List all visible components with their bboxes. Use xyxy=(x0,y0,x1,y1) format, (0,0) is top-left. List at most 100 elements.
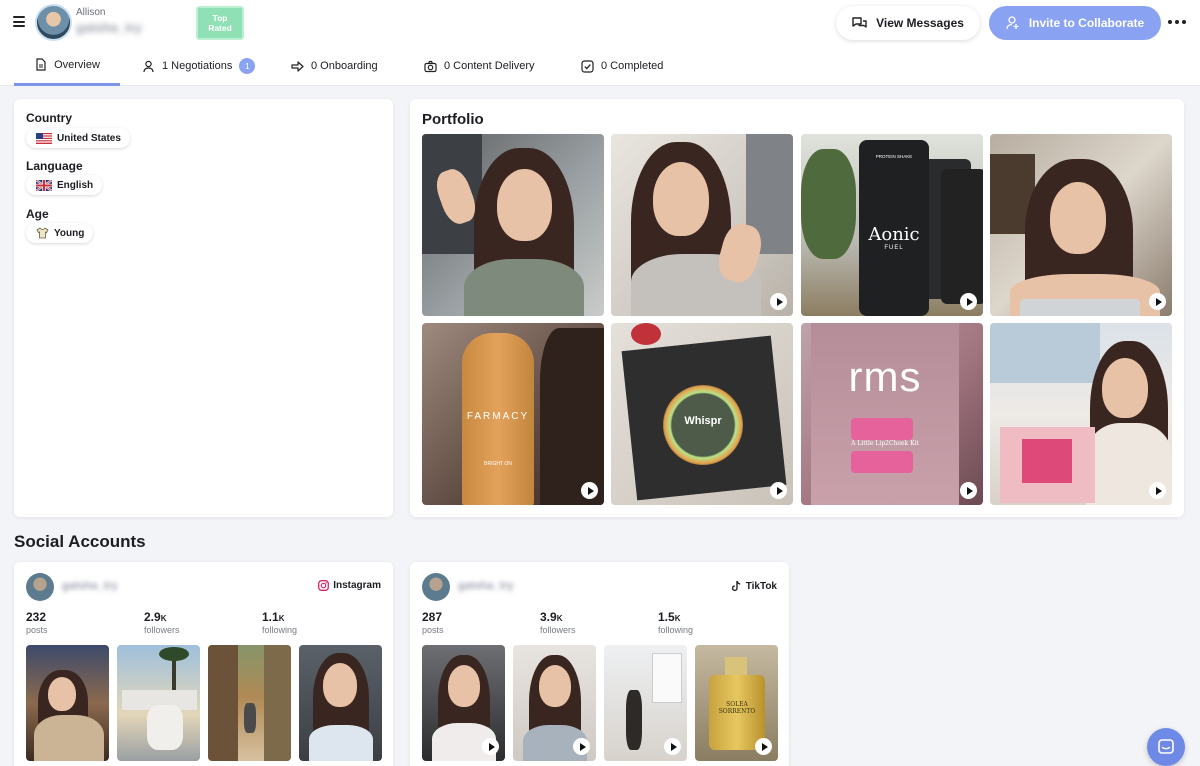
farmacy-sublabel: BRIGHT ON xyxy=(484,461,512,467)
rms-label: rms xyxy=(848,353,922,400)
hamburger-icon[interactable] xyxy=(13,16,25,27)
posts-label: posts xyxy=(422,625,444,635)
portfolio-tile[interactable]: rms A Little Lip2Cheek Kit xyxy=(801,323,983,505)
window-shape xyxy=(652,653,682,703)
tab-negotiations[interactable]: 1 Negotiations 1 xyxy=(142,46,256,86)
play-icon[interactable] xyxy=(573,738,590,755)
age-value: Young xyxy=(54,227,85,239)
portfolio-tile[interactable]: Whispr xyxy=(611,323,793,505)
account-handle[interactable]: gatsha_try xyxy=(62,580,118,592)
face-shape xyxy=(323,663,357,707)
following-unit: K xyxy=(674,614,681,623)
user-icon xyxy=(143,60,154,72)
play-icon[interactable] xyxy=(581,482,598,499)
portfolio-tile[interactable] xyxy=(990,134,1172,316)
followers-value: 2.9 xyxy=(144,610,161,624)
badge-line-1: Top xyxy=(212,13,228,23)
account-handle[interactable]: gatsha_try xyxy=(458,580,514,592)
tab-label: 0 Content Delivery xyxy=(444,60,535,72)
solea-label: SOLEA SORRENTO xyxy=(718,701,756,715)
tab-overview[interactable]: Overview xyxy=(14,46,120,86)
portfolio-tile[interactable] xyxy=(990,323,1172,505)
play-icon[interactable] xyxy=(664,738,681,755)
post-thumbnail[interactable] xyxy=(513,645,596,761)
language-chip: English xyxy=(26,175,103,195)
play-icon[interactable] xyxy=(755,738,772,755)
post-thumbnail[interactable] xyxy=(117,645,200,761)
language-label: Language xyxy=(26,159,83,173)
language-value: English xyxy=(57,179,94,191)
top-shape xyxy=(309,725,373,761)
play-icon[interactable] xyxy=(1149,293,1166,310)
following-value: 1.5 xyxy=(658,610,675,624)
creator-first-name: Allison xyxy=(76,7,106,18)
creator-handle[interactable]: gatsha_try xyxy=(76,20,142,35)
chat-icon xyxy=(1158,739,1174,754)
post-thumbnail[interactable] xyxy=(422,645,505,761)
pink-jar xyxy=(851,451,913,473)
plant-shape xyxy=(801,149,856,259)
play-icon[interactable] xyxy=(960,293,977,310)
social-accounts-title: Social Accounts xyxy=(14,532,146,551)
post-thumbnail[interactable] xyxy=(208,645,291,761)
play-icon[interactable] xyxy=(482,738,499,755)
tab-label: 0 Onboarding xyxy=(311,60,378,72)
play-icon[interactable] xyxy=(1149,482,1166,499)
invite-to-collaborate-button[interactable]: Invite to Collaborate xyxy=(989,6,1161,40)
platform-label[interactable]: TikTok xyxy=(731,580,777,592)
portfolio-title: Portfolio xyxy=(422,111,484,128)
posts-stat: 232 posts xyxy=(26,610,48,635)
tab-completed[interactable]: 0 Completed xyxy=(581,46,663,86)
aonic-tagline: PROTEIN SHAKE xyxy=(875,154,913,159)
sweater-shape xyxy=(34,715,104,761)
portfolio-tile[interactable] xyxy=(611,134,793,316)
check-icon xyxy=(581,59,594,73)
document-icon xyxy=(36,58,46,71)
tab-bar: Overview 1 Negotiations 1 0 Onboarding 0… xyxy=(0,46,1200,86)
messages-icon xyxy=(852,16,867,28)
person-shape xyxy=(147,705,183,750)
tab-onboarding[interactable]: 0 Onboarding xyxy=(291,46,378,86)
add-user-icon xyxy=(1006,16,1019,30)
post-thumbnail[interactable]: SOLEA SORRENTO xyxy=(695,645,778,761)
creator-avatar[interactable] xyxy=(35,4,72,41)
platform-label[interactable]: Instagram xyxy=(318,580,381,591)
account-avatar[interactable] xyxy=(422,573,450,601)
tab-content-delivery[interactable]: 0 Content Delivery xyxy=(424,46,535,86)
portfolio-tile[interactable] xyxy=(422,134,604,316)
shirt-shape xyxy=(464,259,584,316)
more-dots-icon[interactable] xyxy=(1167,14,1187,30)
box-shape: rms A Little Lip2Cheek Kit xyxy=(811,323,959,505)
play-icon[interactable] xyxy=(770,293,787,310)
portfolio-card: Portfolio Aonic FUEL PROTEIN SHAKE FARMA… xyxy=(410,99,1184,517)
play-icon[interactable] xyxy=(960,482,977,499)
profile-info-card: Country United States Language English A… xyxy=(14,99,393,517)
posts-stat: 287 posts xyxy=(422,610,444,635)
post-thumbnail[interactable] xyxy=(26,645,109,761)
following-stat: 1.1K following xyxy=(262,610,297,635)
portfolio-tile[interactable]: Aonic FUEL PROTEIN SHAKE xyxy=(801,134,983,316)
chat-launcher-button[interactable] xyxy=(1147,728,1185,766)
tab-label: 0 Completed xyxy=(601,60,664,72)
us-flag-icon xyxy=(36,132,52,144)
top-rated-badge: Top Rated xyxy=(196,6,244,40)
bottle-cap xyxy=(725,657,747,677)
post-thumbnail[interactable] xyxy=(604,645,687,761)
tshirt-icon xyxy=(36,227,49,239)
face-shape xyxy=(1050,182,1106,254)
rms-sublabel: A Little Lip2Cheek Kit xyxy=(851,440,919,447)
country-chip: United States xyxy=(26,128,130,148)
post-thumbnail[interactable] xyxy=(299,645,382,761)
can-shape xyxy=(941,169,983,304)
view-messages-button[interactable]: View Messages xyxy=(836,6,980,40)
followers-unit: K xyxy=(556,614,563,623)
portfolio-tile[interactable]: FARMACY BRIGHT ON xyxy=(422,323,604,505)
aonic-label: Aonic xyxy=(868,224,920,245)
farmacy-label: FARMACY xyxy=(466,411,530,422)
account-avatar[interactable] xyxy=(26,573,54,601)
country-label: Country xyxy=(26,111,72,125)
followers-label: followers xyxy=(144,625,180,635)
tree-shape xyxy=(264,645,291,761)
following-unit: K xyxy=(278,614,285,623)
play-icon[interactable] xyxy=(770,482,787,499)
